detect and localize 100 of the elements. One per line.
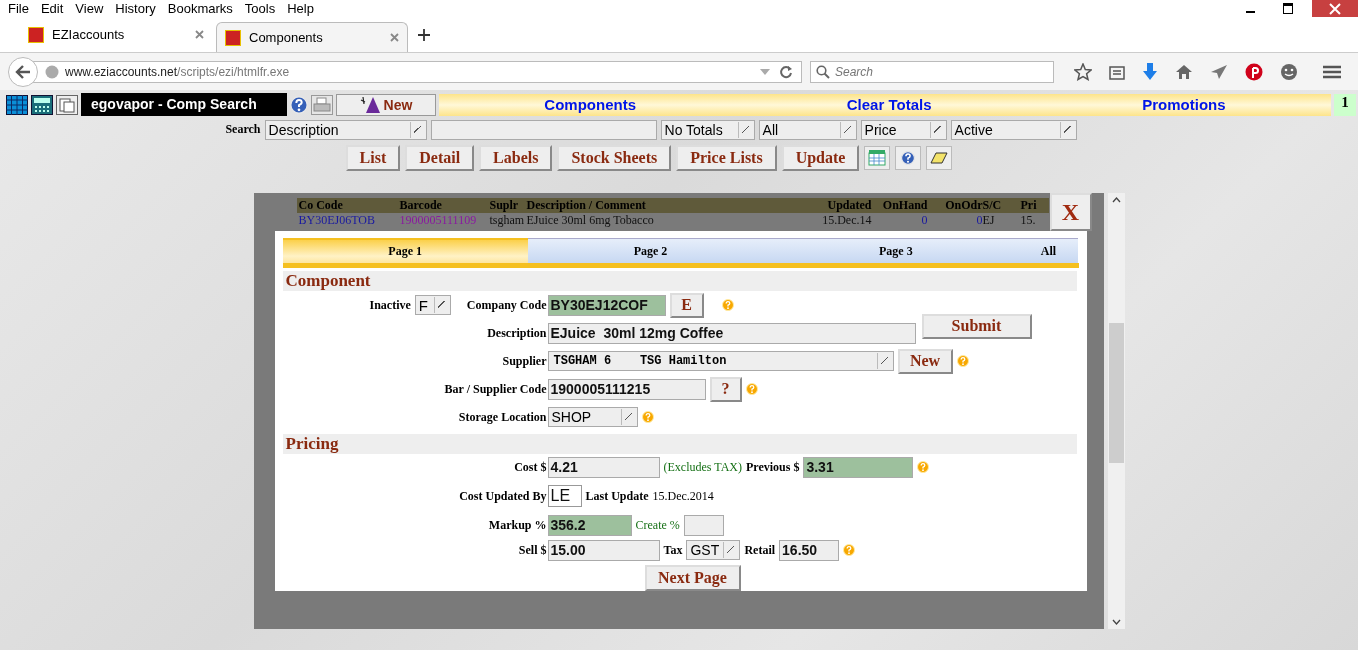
filter-select[interactable]: Price [860, 119, 947, 140]
smiley-icon[interactable] [1280, 62, 1298, 81]
edit-button[interactable]: E [669, 292, 704, 318]
action-button[interactable]: Labels [479, 145, 553, 171]
page-tab[interactable]: Page 2 [527, 238, 774, 263]
menu-item[interactable]: Help [287, 1, 314, 16]
paper-plane-icon[interactable] [1210, 63, 1228, 80]
section-heading: Component [282, 271, 1077, 291]
menu-item[interactable]: File [8, 1, 29, 16]
next-page-button[interactable]: Next Page [644, 565, 741, 591]
column-header: Updated [826, 198, 872, 213]
input-field[interactable]: LE [547, 485, 582, 507]
plus-icon[interactable] [418, 28, 430, 41]
column-header: OnOdr [944, 198, 983, 213]
grid-icon[interactable] [6, 94, 28, 115]
address-field[interactable]: www.eziaccounts.net/scripts/ezi/htmlfr.exe [32, 60, 802, 83]
search-field-select[interactable]: Description [264, 119, 427, 140]
reload-icon[interactable] [779, 64, 793, 79]
lookup-button[interactable]: ? [709, 376, 742, 402]
documents-icon[interactable] [56, 94, 78, 115]
menu-item[interactable]: View [75, 1, 104, 16]
column-header: Description / Comment [526, 198, 647, 213]
section-heading: Pricing [282, 434, 1077, 454]
table-cell-text: tsgham [489, 212, 526, 228]
action-button[interactable]: Price Lists [676, 145, 777, 171]
scrollbar[interactable] [1107, 193, 1125, 629]
search-field[interactable]: Search [810, 60, 1054, 83]
action-button[interactable]: Update [781, 145, 860, 171]
new-button[interactable]: New [336, 93, 436, 116]
field-label: Company Code [466, 297, 547, 313]
printer-icon[interactable] [311, 94, 333, 115]
input-field[interactable] [683, 514, 724, 536]
close-icon[interactable] [390, 33, 399, 42]
input-field[interactable]: 4.21 [547, 456, 660, 478]
page-tab[interactable]: Page 3 [773, 238, 1019, 263]
field-label: Create % [635, 517, 680, 533]
field-label: Cost Updated By [459, 488, 547, 504]
input-field[interactable]: BY30EJ12COF [547, 294, 666, 316]
field-label: Cost $ [514, 459, 547, 475]
supplier-select[interactable]: TSGHAM 6 TSG Hamilton [547, 351, 894, 371]
help-icon[interactable] [895, 146, 922, 170]
field-label: Last Update [585, 488, 649, 504]
input-field[interactable]: 15.00 [547, 539, 660, 561]
tax-select[interactable]: GST [686, 540, 741, 560]
close-icon[interactable] [195, 30, 204, 39]
scroll-up-icon[interactable] [1111, 197, 1121, 203]
storage-select[interactable]: SHOP [547, 407, 638, 427]
pin-logo-icon[interactable] [1245, 62, 1263, 81]
column-header: Pri [1020, 198, 1038, 213]
input-field[interactable]: 3.31 [803, 456, 914, 478]
page-tab[interactable]: All [1018, 238, 1079, 263]
action-button[interactable]: List [345, 145, 401, 171]
search-icon [816, 64, 830, 79]
star-icon[interactable] [1074, 62, 1092, 81]
field-label: Bar / Supplier Code [444, 381, 547, 397]
globe-icon [45, 64, 59, 79]
spreadsheet-icon[interactable] [864, 146, 891, 170]
table-cell-text: 15. [1020, 212, 1037, 228]
action-button[interactable]: Detail [405, 145, 475, 171]
input-field[interactable]: 1900005111215 [547, 378, 706, 400]
clipboard-icon[interactable] [1109, 63, 1125, 80]
calculator-icon[interactable] [31, 94, 53, 115]
table-cell-text: EJuice 30ml 6mg Tobacco [526, 212, 655, 228]
browser-tab[interactable]: Components [216, 22, 408, 52]
menu-item[interactable]: Bookmarks [167, 1, 233, 16]
column-header: S/C [982, 198, 1003, 213]
page-tab[interactable]: Page 1 [282, 238, 528, 263]
search-label: Search [225, 122, 261, 137]
eraser-icon[interactable] [926, 146, 953, 170]
menu-icon[interactable] [1323, 64, 1341, 79]
logo-icon [225, 29, 241, 46]
home-icon[interactable] [1175, 63, 1193, 80]
input-field[interactable]: EJuice 30ml 12mg Coffee [547, 322, 916, 344]
table-cell-text: 0 [920, 212, 928, 228]
close-button[interactable]: X [1049, 193, 1092, 231]
nav-link[interactable]: Clear Totals [846, 96, 932, 113]
menu-item[interactable]: History [115, 1, 156, 16]
browser-tab[interactable]: EZIaccounts [20, 19, 212, 50]
counter-text: 1 [1334, 93, 1356, 116]
close-icon[interactable] [1312, 0, 1358, 17]
menu-item[interactable]: Edit [40, 1, 64, 16]
field-label: Retail [744, 542, 776, 558]
nav-link[interactable]: Promotions [1142, 96, 1226, 113]
scroll-down-icon[interactable] [1111, 619, 1121, 625]
filter-select[interactable]: All [758, 119, 857, 140]
input-field[interactable]: 356.2 [547, 514, 632, 536]
column-header: Suplr [489, 198, 520, 213]
action-button[interactable]: Stock Sheets [557, 145, 672, 171]
nav-link[interactable]: Components [544, 96, 637, 113]
submit-button[interactable]: Submit [921, 313, 1032, 339]
download-icon[interactable] [1142, 62, 1158, 81]
filter-select[interactable]: Active [950, 119, 1077, 140]
input-field[interactable]: 16.50 [779, 539, 840, 561]
menu-item[interactable]: Tools [244, 1, 276, 16]
back-icon[interactable] [8, 56, 38, 87]
column-header: Co Code [297, 198, 344, 213]
search-text-field[interactable] [430, 119, 657, 140]
new-button[interactable]: New [897, 348, 953, 374]
column-header: OnHand [881, 198, 928, 213]
filter-select[interactable]: No Totals [660, 119, 755, 140]
